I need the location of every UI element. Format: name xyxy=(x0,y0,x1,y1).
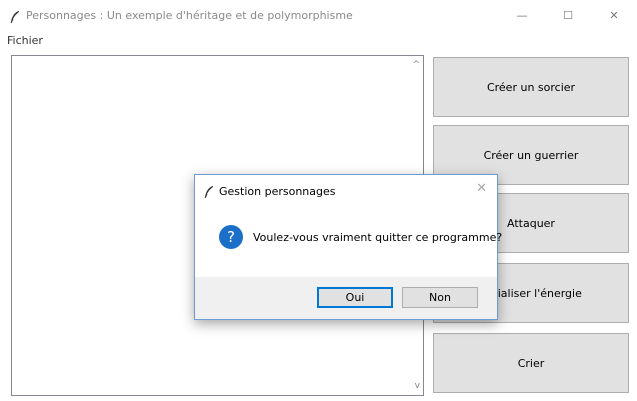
maximize-icon: ☐ xyxy=(563,9,573,22)
quit-confirm-dialog: Gestion personnages ✕ ? Voulez-vous vrai… xyxy=(194,174,502,320)
menu-bar: Fichier xyxy=(0,32,637,50)
close-button[interactable]: ✕ xyxy=(591,0,637,31)
window-title: Personnages : Un exemple d'héritage et d… xyxy=(26,9,353,22)
scroll-up-icon[interactable]: ^ xyxy=(412,60,420,70)
scroll-down-icon[interactable]: v xyxy=(415,381,420,391)
svg-text:?: ? xyxy=(227,228,235,246)
yes-button[interactable]: Oui xyxy=(317,287,393,308)
menu-fichier[interactable]: Fichier xyxy=(7,34,43,47)
question-icon: ? xyxy=(219,225,243,249)
minimize-icon: — xyxy=(516,9,528,22)
create-wizard-button[interactable]: Créer un sorcier xyxy=(433,57,629,117)
no-button[interactable]: Non xyxy=(402,287,478,308)
title-bar: Personnages : Un exemple d'héritage et d… xyxy=(0,0,637,31)
close-icon: ✕ xyxy=(609,9,619,22)
dialog-close-icon[interactable]: ✕ xyxy=(476,181,487,196)
dialog-message: Voulez-vous vraiment quitter ce programm… xyxy=(253,231,503,244)
dialog-footer: Oui Non xyxy=(195,277,497,319)
feather-icon xyxy=(10,11,19,24)
shout-button[interactable]: Crier xyxy=(433,333,629,393)
minimize-button[interactable]: — xyxy=(499,0,545,31)
maximize-button[interactable]: ☐ xyxy=(545,0,591,31)
dialog-title: Gestion personnages xyxy=(219,185,336,198)
feather-icon xyxy=(204,186,213,199)
